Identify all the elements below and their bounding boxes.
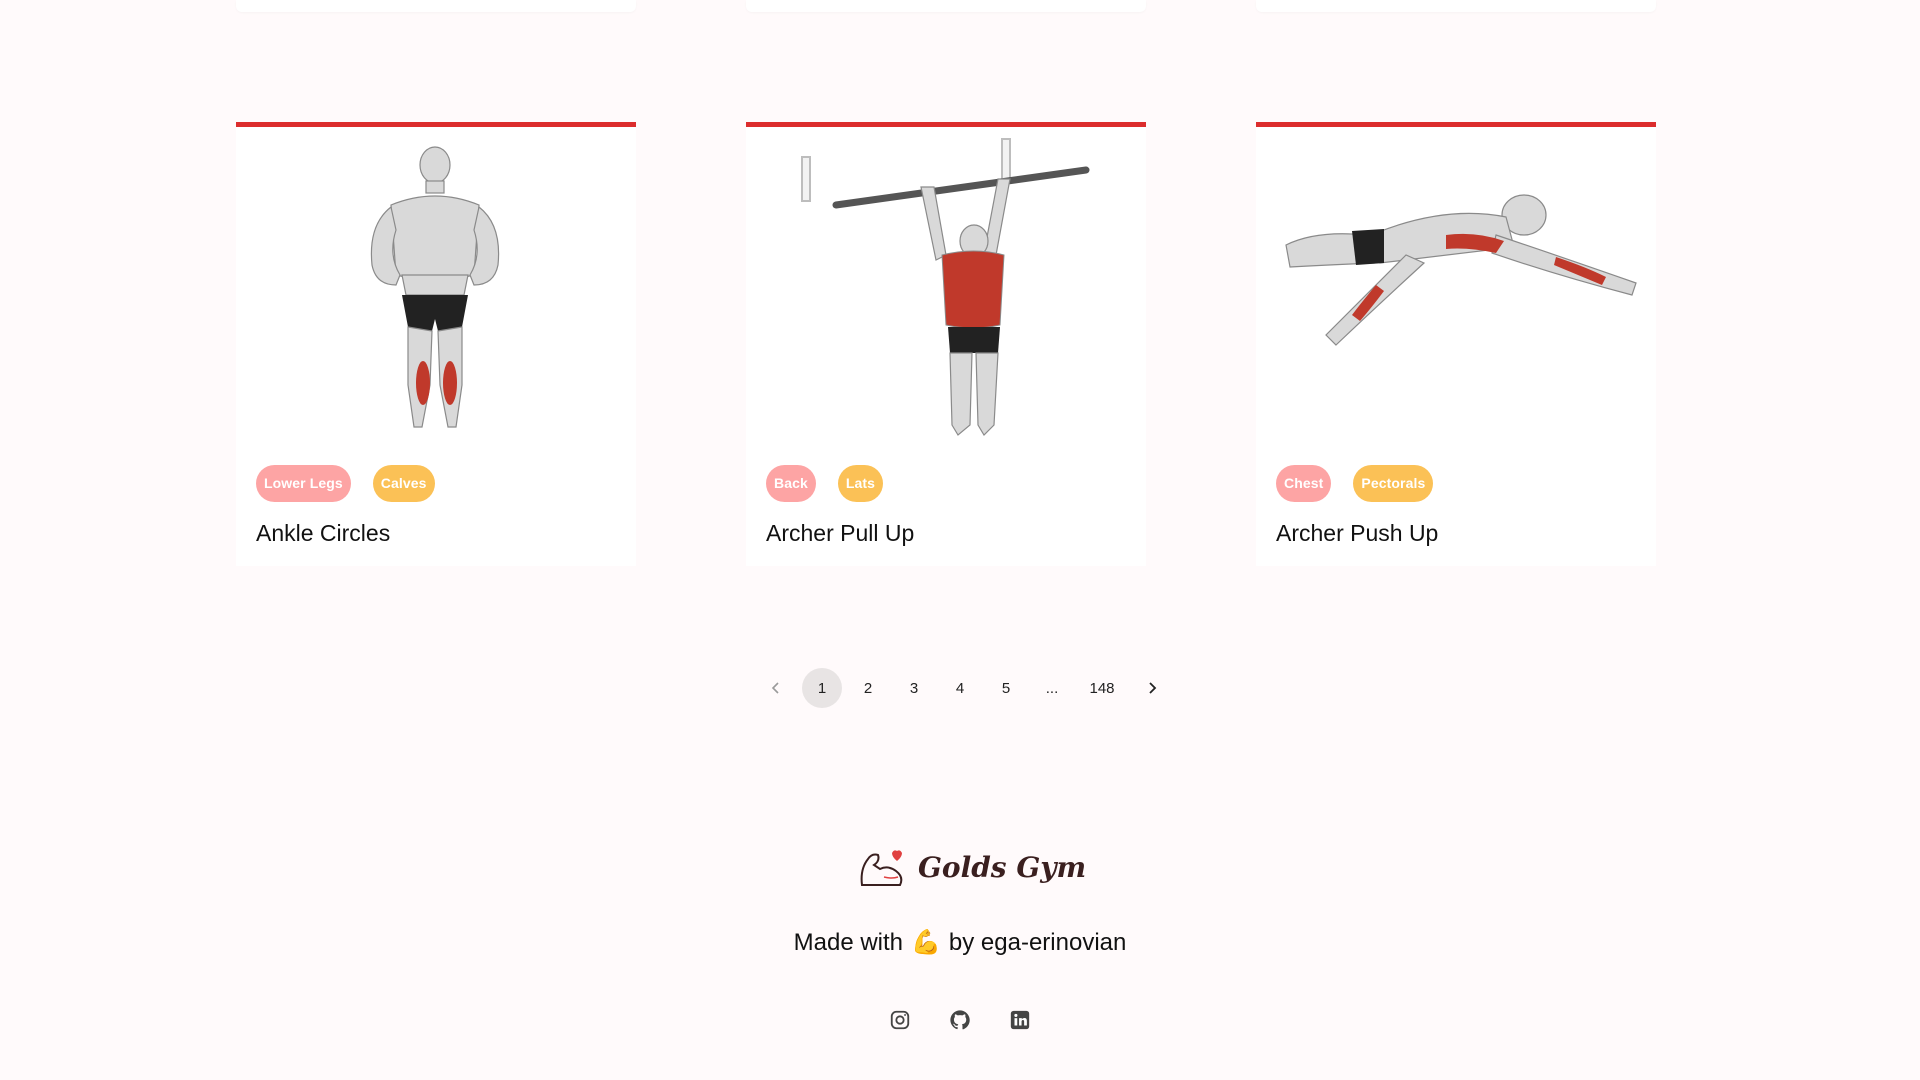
tag-target-muscle: Calves [372, 465, 435, 502]
exercise-card[interactable]: Back Lats Archer Pull Up [746, 122, 1146, 566]
card-previous-row[interactable] [746, 0, 1146, 12]
card-previous-row[interactable] [236, 0, 636, 12]
tag-target-muscle: Lats [837, 465, 884, 502]
exercise-card[interactable]: Lower Legs Calves Ankle Circles [236, 122, 636, 566]
page-button[interactable]: 4 [940, 668, 980, 708]
archer-push-up-illustration [1285, 194, 1637, 346]
tag-body-part: Back [766, 465, 816, 502]
pagination: 1 2 3 4 5 ... 148 [756, 668, 1172, 708]
github-icon[interactable] [948, 1008, 972, 1032]
archer-pull-up-illustration [801, 138, 1090, 436]
chevron-right-icon[interactable] [1132, 668, 1172, 708]
tag-body-part: Chest [1276, 465, 1332, 502]
exercise-title[interactable]: Ankle Circles [256, 520, 390, 547]
brand-name: Golds Gym [918, 850, 1087, 884]
page-button[interactable]: 1 [802, 668, 842, 708]
card-previous-row[interactable] [1256, 0, 1656, 12]
exercise-title[interactable]: Archer Push Up [1276, 520, 1438, 547]
page-ellipsis: ... [1045, 679, 1059, 697]
instagram-icon[interactable] [888, 1008, 912, 1032]
ankle-circles-illustration [370, 146, 500, 428]
page-button[interactable]: 5 [986, 668, 1026, 708]
linkedin-icon[interactable] [1008, 1008, 1032, 1032]
author-text: by ega-erinovian [948, 929, 1127, 956]
page-button[interactable]: 3 [894, 668, 934, 708]
made-with-text: Made with [793, 929, 904, 956]
page-button[interactable]: 2 [848, 668, 888, 708]
tag-target-muscle: Pectorals [1353, 465, 1434, 502]
page-button[interactable]: 148 [1078, 668, 1126, 708]
flexed-arm-heart-icon [860, 850, 903, 886]
footer-credit: Made with 💪 by ega-erinovian [0, 928, 1920, 957]
social-links [888, 1008, 1032, 1032]
chevron-left-icon[interactable] [756, 668, 796, 708]
exercise-title[interactable]: Archer Pull Up [766, 520, 914, 547]
footer-logo[interactable]: Golds Gym [858, 847, 1086, 887]
tag-body-part: Lower Legs [256, 465, 351, 502]
exercise-card[interactable]: Chest Pectorals Archer Push Up [1256, 122, 1656, 566]
flexed-biceps-emoji: 💪 [911, 929, 941, 956]
